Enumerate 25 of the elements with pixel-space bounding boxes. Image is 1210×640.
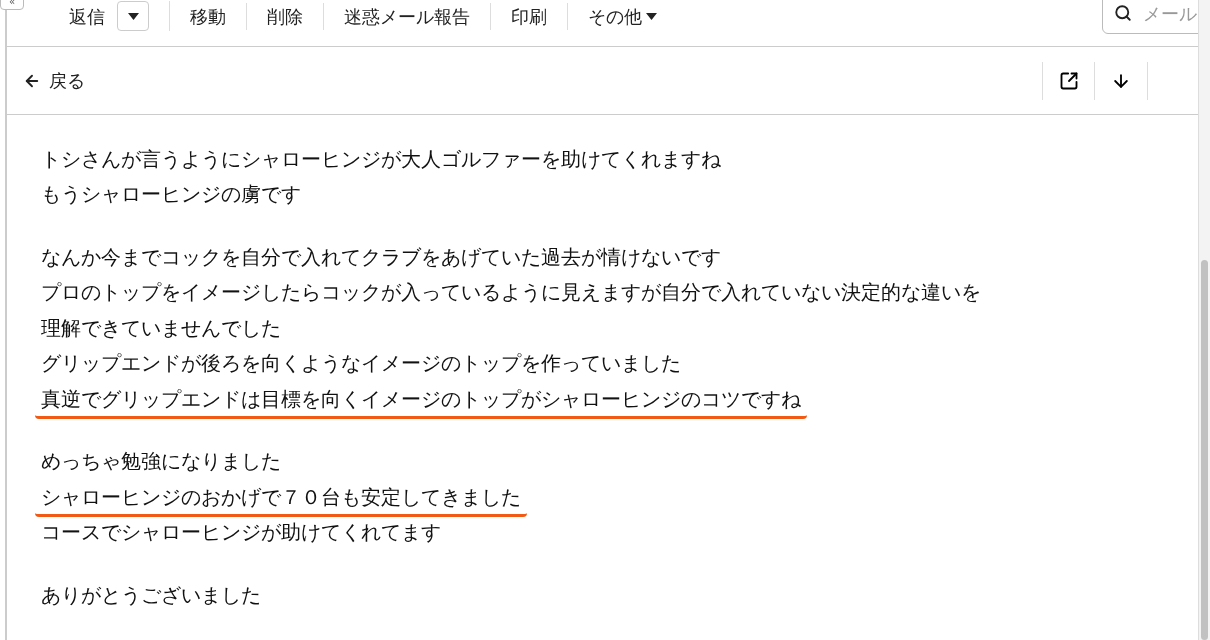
- reply-button[interactable]: 返信: [69, 2, 105, 30]
- toolbar-button[interactable]: 削除: [247, 2, 324, 30]
- caret-icon: [127, 12, 139, 20]
- external-link-icon: [1058, 70, 1079, 91]
- message-line: 理解できていませんでした: [40, 315, 282, 342]
- message-line: ありがとうございました: [40, 582, 262, 609]
- message-line: めっちゃ勉強になりました: [40, 449, 282, 476]
- message-line: プロのトップをイメージしたらコックが入っているように見えますが自分で入れていない決定的な違いを: [40, 280, 982, 307]
- message-line: もうシャローヒンジの虜です: [40, 182, 302, 209]
- caret-icon: [646, 12, 657, 20]
- back-button[interactable]: 戻る: [23, 67, 85, 94]
- toolbar-button[interactable]: 印刷: [491, 2, 568, 30]
- message-line: グリップエンドが後ろを向くようなイメージのトップを作っていました: [40, 351, 682, 378]
- toolbar-button[interactable]: 移動: [170, 2, 247, 30]
- toolbar-menu-button[interactable]: その他: [568, 2, 677, 30]
- scrollbar-thumb[interactable]: [1201, 260, 1208, 640]
- search-icon: [1114, 4, 1132, 22]
- toolbar-button[interactable]: 迷惑メール報告: [324, 2, 491, 30]
- collapse-button[interactable]: «: [0, 0, 24, 10]
- message-line: コースでシャローヒンジが助けてくれてます: [40, 520, 442, 547]
- message-line: シャローヒンジのおかげで７０台も安定してきました: [35, 484, 527, 517]
- message-line: なんか今までコックを自分で入れてクラブをあげていた過去が情けないです: [40, 244, 722, 271]
- reply-dropdown-button[interactable]: [117, 1, 149, 31]
- message-line: 真逆でグリップエンドは目標を向くイメージのトップがシャローヒンジのコツですね: [35, 386, 807, 419]
- message-line: トシさんが言うようにシャローヒンジが大人ゴルファーを助けてくれますね: [40, 146, 722, 173]
